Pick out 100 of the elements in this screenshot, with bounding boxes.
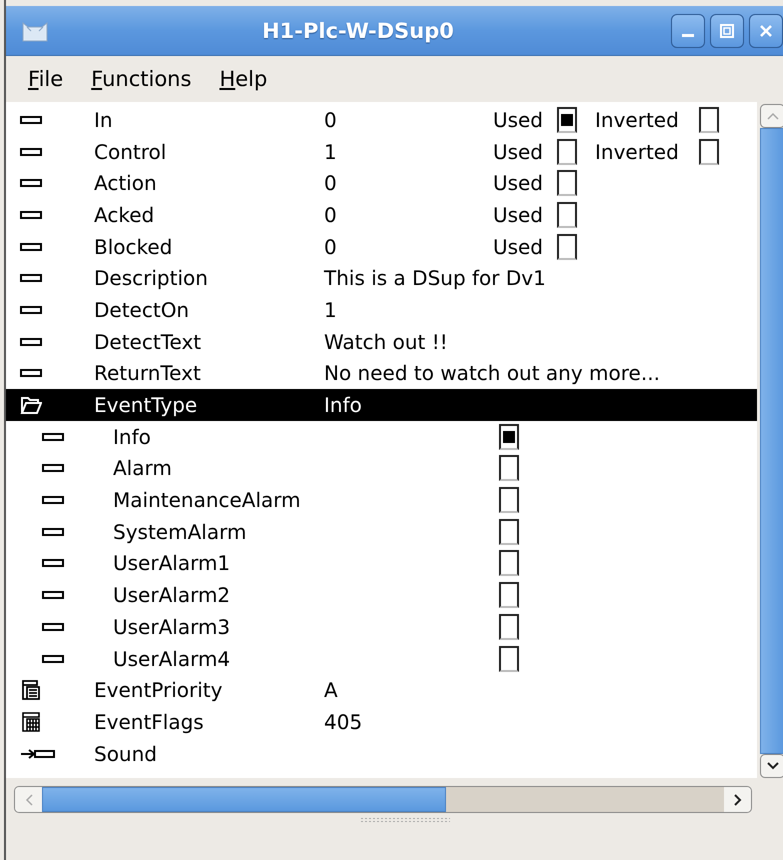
attribute-name: DetectOn (94, 298, 190, 322)
attribute-icon (42, 591, 64, 600)
attribute-icon (20, 369, 42, 378)
attribute-icon (42, 559, 64, 568)
menu-item[interactable]: File (28, 67, 64, 91)
window-title: H1-Plc-W-DSup0 (261, 18, 455, 42)
attribute-value: No need to watch out any more... (324, 361, 660, 386)
tree-row[interactable]: Blocked 0 Used (6, 230, 757, 262)
attribute-icon (42, 528, 64, 536)
attribute-icon (20, 274, 42, 282)
attribute-value: 0 (324, 108, 337, 132)
enum-name: UserAlarm1 (113, 551, 232, 576)
attribute-name: Action (94, 171, 158, 196)
open-folder-icon[interactable] (20, 395, 42, 416)
attribute-icon (42, 496, 64, 504)
attribute-name: Acked (94, 202, 156, 227)
tree-row[interactable]: Description This is a DSup for Dv1 (6, 262, 757, 294)
attribute-name: ReturnText (94, 361, 202, 386)
checkbox[interactable] (499, 424, 519, 450)
struct-icon (20, 679, 42, 702)
tree-row[interactable]: EventPriority A (6, 674, 757, 706)
checkbox-label: Used (492, 108, 543, 132)
scroll-down-icon[interactable] (766, 762, 778, 770)
checkbox[interactable] (557, 106, 577, 133)
checkbox[interactable] (499, 487, 519, 514)
checkbox[interactable] (557, 202, 577, 228)
attribute-icon (20, 338, 42, 346)
array-icon (20, 710, 42, 733)
attribute-value: 1 (324, 298, 337, 322)
checkbox-label: Inverted (595, 140, 679, 164)
attribute-icon (42, 622, 64, 631)
attribute-icon (20, 179, 42, 188)
attribute-value: A (324, 678, 338, 702)
tree-row[interactable]: ReturnText No need to watch out any more... (6, 358, 757, 390)
attribute-icon (20, 116, 42, 124)
enum-name: Alarm (113, 456, 173, 480)
checkbox-label: Used (492, 140, 543, 164)
attribute-icon (20, 306, 42, 314)
attribute-icon (20, 148, 42, 156)
checkbox[interactable] (499, 614, 519, 640)
attribute-value: 0 (324, 171, 337, 196)
pointer-icon (20, 748, 56, 760)
checkbox[interactable] (499, 518, 519, 545)
tree-row[interactable]: Sound (6, 738, 757, 770)
enum-name: MaintenanceAlarm (113, 488, 302, 512)
attribute-value: 405 (324, 710, 362, 734)
attribute-name: Control (94, 140, 168, 164)
menu-item[interactable]: Functions (91, 67, 192, 91)
attribute-value: 0 (324, 202, 337, 227)
checkbox-label: Used (492, 171, 543, 196)
enum-name: UserAlarm3 (113, 614, 232, 639)
checkbox-label: Used (492, 202, 543, 227)
attribute-value: Info (324, 393, 362, 418)
tree-row[interactable]: Action 0 Used (6, 167, 757, 200)
attribute-icon (20, 210, 42, 219)
checkbox[interactable] (557, 234, 577, 260)
checkbox[interactable] (499, 455, 519, 482)
tree-row[interactable]: EventFlags 405 (6, 706, 757, 738)
horizontal-scrollbar[interactable] (14, 786, 752, 813)
checkbox[interactable] (499, 550, 519, 576)
checkbox-label: Used (492, 234, 543, 259)
attribute-name: EventType (94, 393, 198, 418)
attribute-name: EventFlags (94, 710, 205, 734)
tree-row[interactable]: EventType Info (6, 389, 757, 421)
checkbox[interactable] (557, 138, 577, 165)
tree-row[interactable]: DetectText Watch out !! (6, 326, 757, 358)
minimize-icon (682, 34, 694, 37)
attribute-name: Blocked (94, 234, 174, 259)
attribute-name: DetectText (94, 330, 202, 354)
checkbox[interactable] (499, 646, 519, 672)
checkbox[interactable] (557, 170, 577, 196)
close-button[interactable] (749, 14, 783, 48)
maximize-icon (719, 22, 735, 38)
minimize-button[interactable] (671, 14, 705, 48)
maximize-button[interactable] (710, 14, 744, 48)
attribute-name: In (94, 108, 114, 132)
enum-name: UserAlarm2 (113, 583, 232, 608)
attribute-icon (42, 432, 64, 441)
attribute-icon (20, 242, 42, 251)
menu-item[interactable]: Help (219, 67, 268, 91)
enum-name: UserAlarm4 (113, 646, 232, 671)
close-icon (758, 22, 774, 38)
attribute-name: Description (94, 266, 209, 290)
tree-row[interactable]: DetectOn 1 (6, 294, 757, 326)
enum-name: SystemAlarm (113, 520, 248, 544)
attribute-name: EventPriority (94, 678, 224, 702)
checkbox[interactable] (698, 106, 719, 133)
tree-row[interactable]: Acked 0 Used (6, 199, 757, 231)
checkbox-label: Inverted (595, 108, 679, 132)
checkbox[interactable] (499, 582, 519, 608)
attribute-value: This is a DSup for Dv1 (324, 266, 546, 290)
attribute-icon (42, 654, 64, 663)
tree-row[interactable]: Control 1 Used Inverted (6, 136, 757, 168)
checkbox[interactable] (698, 138, 719, 165)
attribute-value: 1 (324, 140, 337, 164)
enum-name: Info (113, 424, 152, 449)
scroll-right-icon[interactable] (734, 794, 742, 806)
attribute-value: 0 (324, 234, 337, 259)
vertical-scrollbar[interactable] (757, 102, 783, 778)
tree-row[interactable]: In 0 Used Inverted (6, 104, 757, 136)
